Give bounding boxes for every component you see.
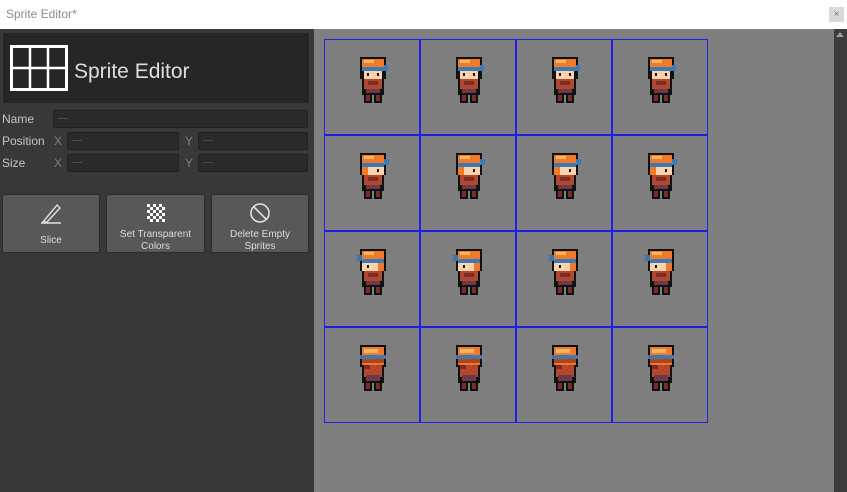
- position-x-field[interactable]: —: [67, 132, 179, 150]
- sprite-cell[interactable]: [612, 231, 708, 327]
- position-y-field[interactable]: —: [198, 132, 308, 150]
- scroll-up-arrow-icon[interactable]: [836, 32, 844, 37]
- sprite-cell[interactable]: [420, 327, 516, 423]
- panel-title: Sprite Editor: [74, 60, 190, 83]
- name-label: Name: [2, 112, 35, 126]
- size-x-label: X: [54, 156, 63, 170]
- close-button[interactable]: ×: [829, 7, 844, 22]
- character-sprite-icon: [552, 57, 580, 103]
- character-sprite-icon: [648, 57, 676, 103]
- position-x-label: X: [54, 134, 63, 148]
- sprite-cell[interactable]: [420, 135, 516, 231]
- slice-button[interactable]: Slice: [2, 194, 100, 253]
- size-y-label: Y: [185, 156, 194, 170]
- character-sprite-icon: [360, 57, 388, 103]
- delete-empty-label: Delete Empty Sprites: [229, 229, 291, 252]
- delete-empty-sprites-button[interactable]: Delete Empty Sprites: [211, 194, 309, 253]
- character-sprite-icon: [549, 249, 578, 295]
- sprite-cell[interactable]: [324, 327, 420, 423]
- window-titlebar: Sprite Editor* ×: [0, 0, 847, 29]
- character-sprite-icon: [645, 249, 674, 295]
- sprite-cell[interactable]: [612, 39, 708, 135]
- character-sprite-icon: [357, 249, 386, 295]
- sprite-cell[interactable]: [420, 231, 516, 327]
- sprite-cell[interactable]: [420, 39, 516, 135]
- position-y-label: Y: [185, 134, 194, 148]
- sprite-cell[interactable]: [516, 135, 612, 231]
- size-label: Size: [2, 156, 26, 170]
- prohibit-icon: [250, 203, 270, 223]
- sprite-cell[interactable]: [324, 135, 420, 231]
- sprite-cell[interactable]: [516, 327, 612, 423]
- character-sprite-icon: [360, 345, 386, 391]
- sprite-cell[interactable]: [324, 231, 420, 327]
- sprite-canvas[interactable]: [314, 29, 834, 492]
- size-y-field[interactable]: —: [198, 154, 308, 172]
- name-field[interactable]: —: [53, 110, 308, 128]
- slice-label: Slice: [40, 235, 62, 246]
- character-sprite-icon: [456, 57, 484, 103]
- character-sprite-icon: [552, 345, 578, 391]
- sprite-cell[interactable]: [516, 39, 612, 135]
- sprite-cell[interactable]: [324, 39, 420, 135]
- size-x-field[interactable]: —: [67, 154, 179, 172]
- character-sprite-icon: [456, 345, 482, 391]
- character-sprite-icon: [648, 153, 677, 199]
- inspector-panel: Sprite Editor Name — Position X — Y — Si…: [0, 29, 313, 492]
- checkerboard-icon: [146, 204, 165, 222]
- character-sprite-icon: [456, 153, 485, 199]
- character-sprite-icon: [648, 345, 674, 391]
- character-sprite-icon: [360, 153, 389, 199]
- window-title: Sprite Editor*: [6, 7, 77, 21]
- panel-header: Sprite Editor: [3, 33, 309, 103]
- character-sprite-icon: [552, 153, 581, 199]
- grid-icon: [10, 45, 68, 91]
- set-transparent-label: Set Transparent Colors: [119, 229, 192, 252]
- sprite-cell[interactable]: [612, 135, 708, 231]
- set-transparent-colors-button[interactable]: Set Transparent Colors: [106, 194, 205, 253]
- position-label: Position: [2, 134, 45, 148]
- vertical-scrollbar[interactable]: [834, 29, 847, 492]
- character-sprite-icon: [453, 249, 482, 295]
- sprite-cell[interactable]: [612, 327, 708, 423]
- knife-icon: [41, 203, 61, 224]
- sprite-cell[interactable]: [516, 231, 612, 327]
